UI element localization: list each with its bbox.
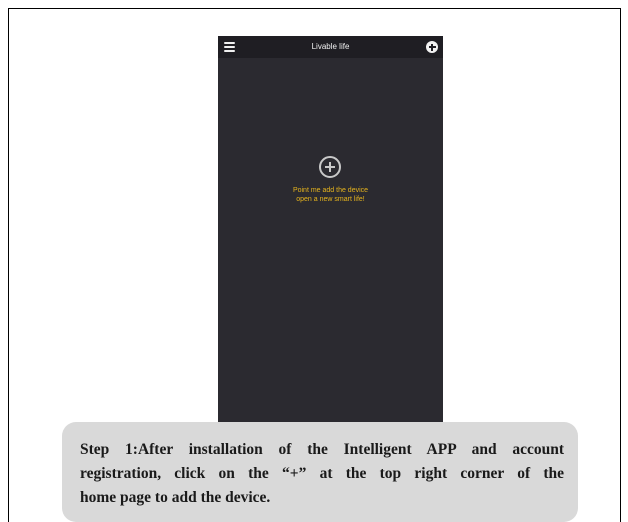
phone-screenshot: Livable life Point me add the device ope… [218,36,443,436]
plus-circle-icon[interactable] [426,41,438,53]
add-device-hint-line1[interactable]: Point me add the device [218,186,443,195]
caption-line-2: registration, click on the “+” at the to… [80,465,564,482]
app-title: Livable life [311,42,350,51]
instruction-caption: Step 1:After installation of the Intelli… [62,422,578,522]
caption-line-1: Step 1:After installation of the Intelli… [80,441,564,458]
add-device-hint-line2[interactable]: open a new smart life! [218,195,443,204]
frame-border-left [8,8,9,522]
app-header: Livable life [218,36,443,58]
document-page: Livable life Point me add the device ope… [0,0,628,522]
frame-border-right [620,8,621,522]
add-device-icon[interactable] [319,156,341,178]
caption-line-3: home page to add the device. [80,489,271,506]
frame-border-top [8,8,621,9]
